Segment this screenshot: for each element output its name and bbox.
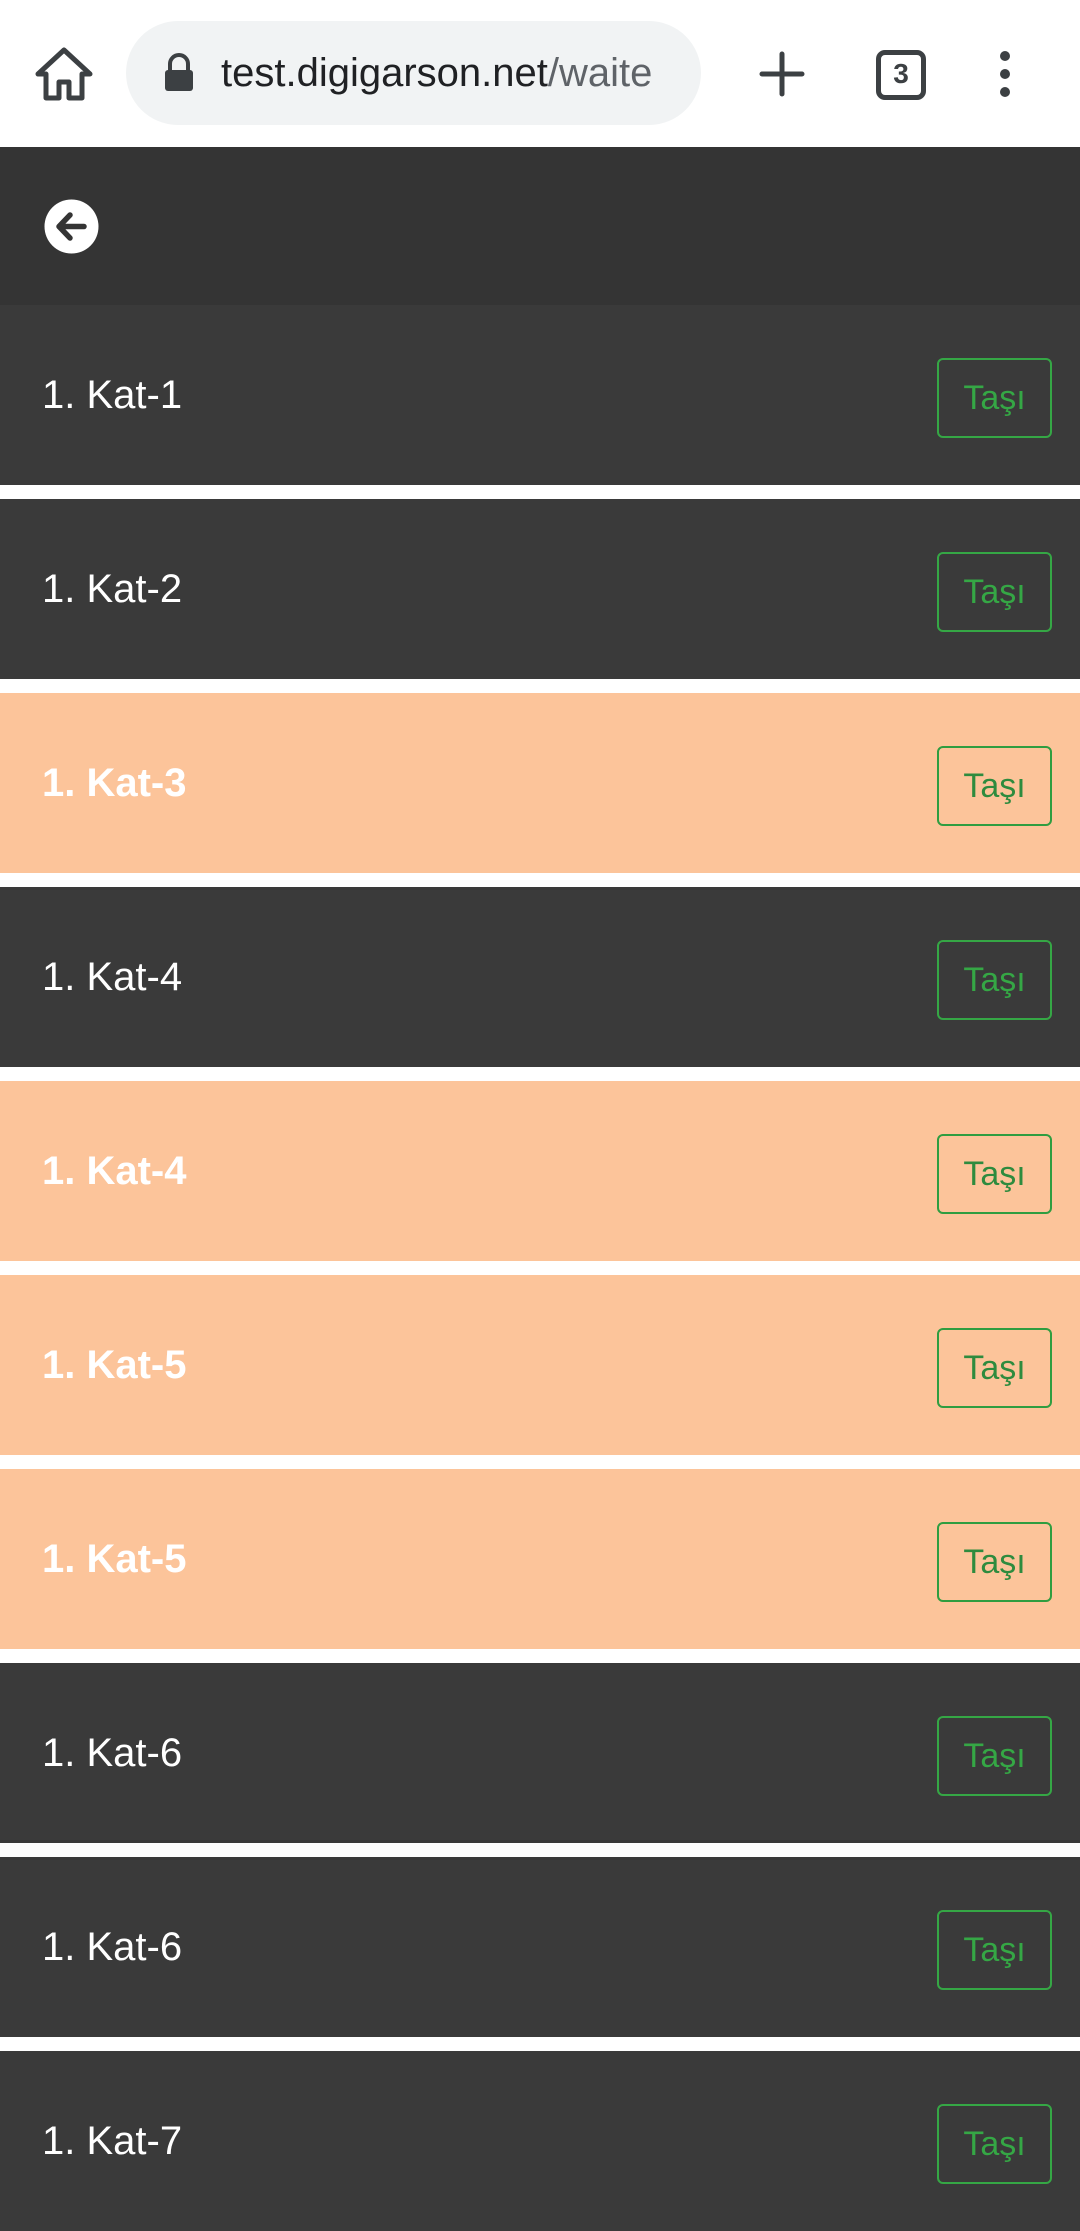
- move-button[interactable]: Taşı: [937, 940, 1052, 1020]
- tab-switcher-icon[interactable]: 3: [876, 50, 926, 100]
- table-row[interactable]: 1. Kat-5 Taşı: [0, 1275, 1080, 1455]
- plus-icon[interactable]: [754, 44, 810, 104]
- table-name: 1. Kat-5: [42, 1536, 187, 1581]
- table-name: 1. Kat-2: [42, 566, 183, 611]
- table-name: 1. Kat-5: [42, 1342, 187, 1387]
- table-row[interactable]: 1. Kat-2 Taşı: [0, 499, 1080, 679]
- more-vert-icon[interactable]: [990, 50, 1020, 100]
- app-header: [0, 147, 1080, 305]
- move-button[interactable]: Taşı: [937, 1522, 1052, 1602]
- table-row[interactable]: 1. Kat-6 Taşı: [0, 1857, 1080, 2037]
- tab-count: 3: [893, 58, 909, 89]
- browser-toolbar: test.digigarson.net/waite 3: [0, 0, 1080, 147]
- move-button[interactable]: Taşı: [937, 552, 1052, 632]
- table-name: 1. Kat-7: [42, 2118, 183, 2163]
- move-button[interactable]: Taşı: [937, 1328, 1052, 1408]
- arrow-left-circle-icon[interactable]: [44, 199, 99, 254]
- url-text[interactable]: test.digigarson.net/waite: [221, 21, 683, 125]
- table-row[interactable]: 1. Kat-7 Taşı: [0, 2051, 1080, 2231]
- table-row[interactable]: 1. Kat-1 Taşı: [0, 305, 1080, 485]
- table-name: 1. Kat-4: [42, 954, 183, 999]
- table-name: 1. Kat-4: [42, 1148, 187, 1193]
- table-name: 1. Kat-6: [42, 1730, 183, 1775]
- move-button[interactable]: Taşı: [937, 1134, 1052, 1214]
- url-path: /waite: [547, 51, 653, 95]
- table-name: 1. Kat-3: [42, 760, 187, 805]
- lock-icon: [162, 53, 196, 93]
- url-host: test.digigarson.net: [221, 51, 548, 95]
- move-button[interactable]: Taşı: [937, 746, 1052, 826]
- move-button[interactable]: Taşı: [937, 1910, 1052, 1990]
- table-row[interactable]: 1. Kat-6 Taşı: [0, 1663, 1080, 1843]
- table-name: 1. Kat-1: [42, 372, 183, 417]
- table-row[interactable]: 1. Kat-4 Taşı: [0, 1081, 1080, 1261]
- move-button[interactable]: Taşı: [937, 2104, 1052, 2184]
- address-bar[interactable]: test.digigarson.net/waite: [126, 21, 701, 125]
- home-icon[interactable]: [32, 44, 96, 104]
- table-row[interactable]: 1. Kat-5 Taşı: [0, 1469, 1080, 1649]
- move-button[interactable]: Taşı: [937, 358, 1052, 438]
- move-button[interactable]: Taşı: [937, 1716, 1052, 1796]
- table-row[interactable]: 1. Kat-4 Taşı: [0, 887, 1080, 1067]
- table-name: 1. Kat-6: [42, 1924, 183, 1969]
- table-row[interactable]: 1. Kat-3 Taşı: [0, 693, 1080, 873]
